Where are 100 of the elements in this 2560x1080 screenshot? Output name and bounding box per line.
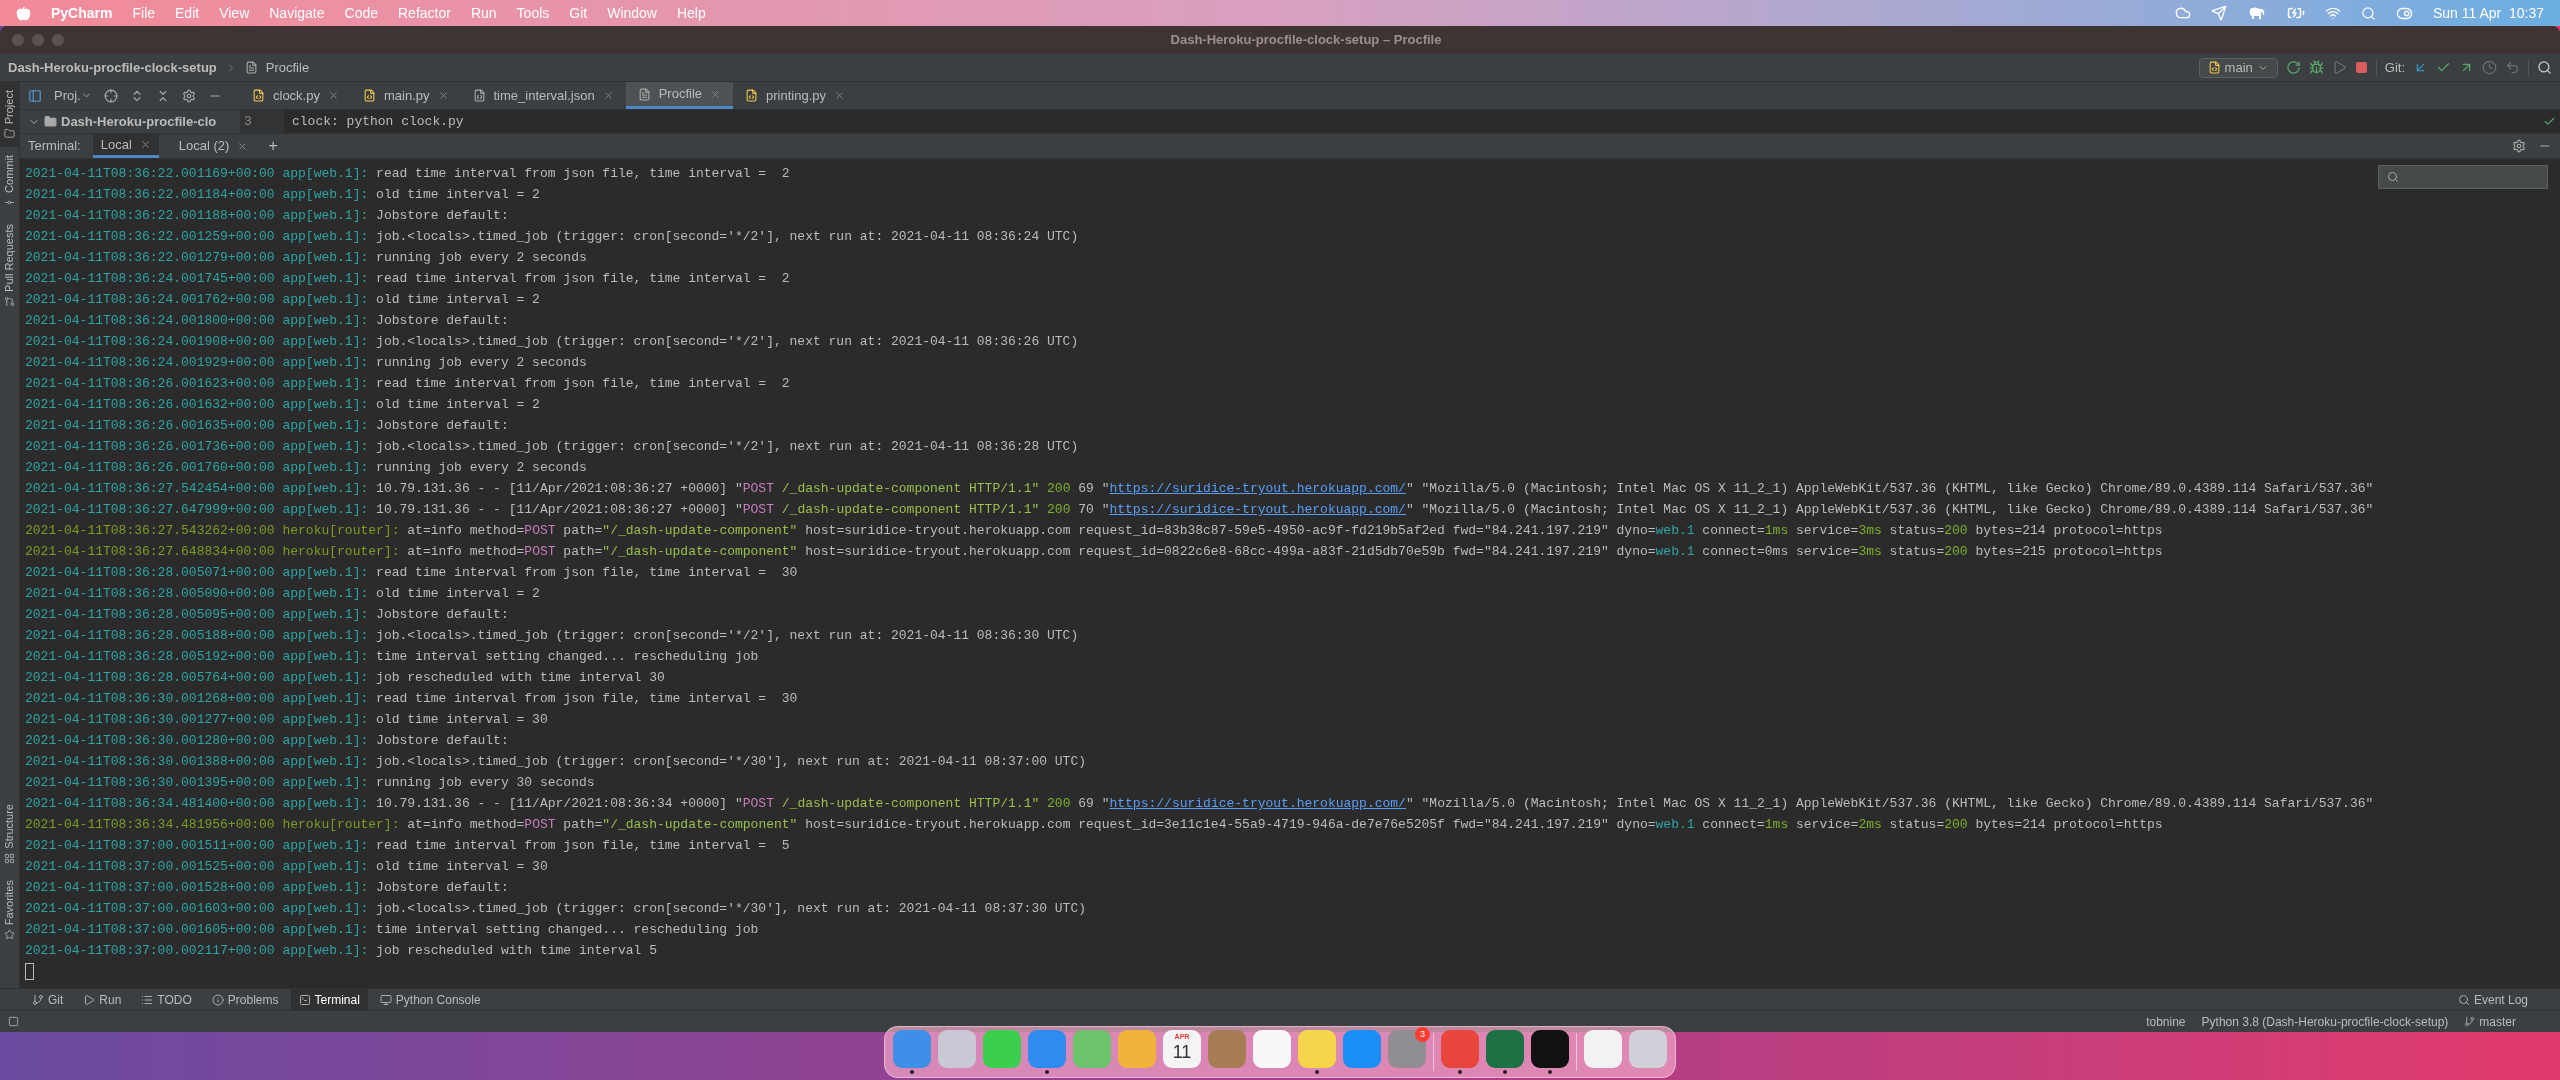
tool-icon [379, 993, 392, 1006]
close-icon[interactable] [710, 88, 721, 100]
shell-session-tab[interactable]: Local [92, 134, 159, 158]
square-icon[interactable] [8, 1016, 19, 1027]
url-link[interactable]: https://suridice-tryout.herokuapp.com/ [1109, 481, 1406, 496]
cloud-icon[interactable] [2174, 5, 2191, 21]
shell-session-tab[interactable]: Local (2) [170, 134, 257, 158]
log-line: 2021-04-11T08:36:28.005095+00:00 app[web.1]: Jobstore default: [25, 606, 509, 624]
log-line: 2021-04-11T08:36:26.001760+00:00 app[web.1]: running job every 2 seconds [25, 459, 587, 477]
search-icon[interactable] [2537, 60, 2552, 75]
log-line: 2021-04-11T08:36:28.005090+00:00 app[web.1]: old time interval = 2 [25, 585, 540, 603]
play-icon[interactable] [2331, 60, 2347, 75]
tool-tab[interactable]: Run [75, 989, 130, 1010]
log-line: 2021-04-11T08:36:27.542454+00:00 app[web.1]: 10.79.131.36 - - [11/Apr/2021:08:36:27 +0000] "POST /_dash-update-component HTTP/1.1" 200 69 "https://suridice-tryout.herokuapp.com/" "Mozilla/5.0 (Macintosh; Intel Mac OS X 11_2_1) AppleWebKit/537.36 (KHTML, like Gecko) Chrome/89.0.4389.114 Safari/537.36" [25, 480, 2374, 498]
event-log-icon [2457, 993, 2470, 1006]
close-icon[interactable] [602, 90, 614, 101]
url-link[interactable]: https://suridice-tryout.herokuapp.com/ [1109, 796, 1406, 811]
log-line: 2021-04-11T08:36:30.001268+00:00 app[web.1]: read time interval from json file, time interval = 30 [25, 690, 798, 708]
close-window-button[interactable] [12, 34, 24, 46]
editor-tab[interactable]: main.py [350, 82, 461, 109]
pull-request-icon [4, 296, 15, 307]
run-configuration-dropdown[interactable]: main [2198, 57, 2278, 78]
terminal-search-field[interactable] [2378, 165, 2548, 189]
side-tab[interactable]: Project [0, 82, 19, 148]
text-cursor [25, 963, 34, 980]
status-plugin[interactable]: tobnine [2146, 1012, 2186, 1031]
settings-icon[interactable] [2512, 139, 2526, 153]
log-line: 2021-04-11T08:36:22.001259+00:00 app[web.1]: job.<locals>.timed_job (trigger: cron[second='*/2'], next run at: 2021-04-11 08:36:24 UTC) [25, 228, 1079, 246]
log-line: 2021-04-11T08:37:00.002117+00:00 app[web.1]: job rescheduled with time interval 5 [25, 942, 657, 960]
log-line: 2021-04-11T08:36:27.543262+00:00 heroku[router]: at=info method=POST path="/_dash-update-component" host=suridice-tryout.herokuapp.com request_id=83b38c87-59e5-4950-ac9f-fd219b5af2ed fwd="84.241.197.219" dyno=web.1 connect=1ms service=3ms status=200 bytes=214 protocol=https [25, 522, 2163, 540]
tool-tab[interactable]: Git [24, 989, 72, 1010]
log-line: 2021-04-11T08:36:30.001395+00:00 app[web.1]: running job every 30 seconds [25, 774, 595, 792]
log-line: 2021-04-11T08:36:30.001277+00:00 app[web.1]: old time interval = 30 [25, 711, 548, 729]
editor-tab[interactable]: clock.py [240, 82, 351, 109]
undo-icon[interactable] [2505, 60, 2520, 75]
close-icon[interactable] [327, 90, 339, 101]
folder-icon [4, 128, 15, 140]
log-line: 2021-04-11T08:36:28.005188+00:00 app[web.1]: job.<locals>.timed_job (trigger: cron[second='*/2'], next run at: 2021-04-11 08:36:30 UTC) [25, 627, 1079, 645]
side-tab[interactable]: Pull Requests [0, 216, 19, 315]
log-line: 2021-04-11T08:36:26.001635+00:00 app[web.1]: Jobstore default: [25, 417, 509, 435]
minimize-window-button[interactable] [32, 34, 44, 46]
status-interpreter[interactable]: Python 3.8 (Dash-Heroku-procfile-clock-setup) [2201, 1012, 2449, 1031]
code-editor[interactable]: clock: python clock.py [284, 110, 2538, 133]
tool-icon [298, 993, 311, 1006]
crosshair-icon[interactable] [103, 88, 118, 103]
paper-plane-icon[interactable] [2210, 5, 2227, 21]
close-icon[interactable] [139, 139, 151, 150]
folder-icon [44, 115, 57, 128]
log-line: 2021-04-11T08:36:27.647999+00:00 app[web.1]: 10.79.131.36 - - [11/Apr/2021:08:36:27 +0000] "POST /_dash-update-component HTTP/1.1" 200 70 "https://suridice-tryout.herokuapp.com/" "Mozilla/5.0 (Macintosh; Intel Mac OS X 11_2_1) AppleWebKit/537.36 (KHTML, like Gecko) Chrome/89.0.4389.114 Safari/537.36" [25, 501, 2374, 519]
log-line: 2021-04-11T08:36:22.001169+00:00 app[web.1]: read time interval from json file, time interval = 2 [25, 165, 790, 183]
tool-icon [211, 993, 224, 1006]
tool-tab[interactable]: Terminal [290, 989, 368, 1010]
file-icon [745, 89, 758, 102]
tool-tab[interactable]: Python Console [371, 989, 489, 1010]
settings-icon[interactable] [181, 88, 196, 103]
log-line: 2021-04-11T08:36:24.001762+00:00 app[web.1]: old time interval = 2 [25, 291, 540, 309]
stop-icon[interactable] [2354, 61, 2368, 74]
side-tab[interactable]: Structure [0, 796, 19, 872]
log-line: 2021-04-11T08:37:00.001528+00:00 app[web.1]: Jobstore default: [25, 879, 509, 897]
file-icon [252, 89, 265, 102]
close-icon[interactable] [834, 90, 845, 101]
apple-icon[interactable] [16, 5, 31, 21]
log-line: 2021-04-11T08:37:00.001525+00:00 app[web.1]: old time interval = 30 [25, 858, 548, 876]
log-line: 2021-04-11T08:36:30.001280+00:00 app[web.1]: Jobstore default: [25, 732, 509, 750]
side-tab[interactable]: Commit [0, 147, 19, 217]
project-tree-row[interactable]: Dash-Heroku-procfile-clo [20, 110, 240, 133]
python-icon [2207, 61, 2221, 74]
dock-app-icon[interactable] [1531, 1030, 1569, 1068]
event-log-tab[interactable]: Event Log [2449, 990, 2536, 1009]
clock-icon[interactable] [2482, 60, 2497, 75]
file-icon [244, 61, 258, 74]
editor-tab[interactable]: Procfile [625, 82, 733, 109]
url-link[interactable]: https://suridice-tryout.herokuapp.com/ [1109, 502, 1406, 517]
log-line: 2021-04-11T08:36:26.001632+00:00 app[web.1]: old time interval = 2 [25, 396, 540, 414]
file-icon [637, 87, 651, 101]
new-tab-button[interactable]: + [268, 134, 278, 158]
rerun-icon[interactable] [2285, 60, 2301, 75]
log-line: 2021-04-11T08:36:24.001908+00:00 app[web.1]: job.<locals>.timed_job (trigger: cron[second='*/2'], next run at: 2021-04-11 08:36:26 UTC) [25, 333, 1079, 351]
breadcrumb-item[interactable]: Dash-Heroku-procfile-clock-setup [8, 57, 217, 78]
wifi-icon[interactable] [2324, 5, 2341, 21]
log-line: 2021-04-11T08:37:00.001603+00:00 app[web.1]: job.<locals>.timed_job (trigger: cron[second='*/30'], next run at: 2021-04-11 08:37:30 UTC) [25, 900, 1086, 918]
tool-tab[interactable]: TODO [133, 989, 200, 1010]
close-icon[interactable] [437, 90, 449, 101]
status-branch[interactable]: master [2464, 1012, 2516, 1031]
breadcrumb-item[interactable]: Procfile [265, 57, 310, 78]
log-line: 2021-04-11T08:36:22.001184+00:00 app[web.1]: old time interval = 2 [25, 186, 540, 204]
zoom-window-button[interactable] [52, 34, 64, 46]
check-icon [2542, 115, 2556, 128]
close-icon[interactable] [237, 140, 249, 152]
bug-icon[interactable] [2308, 60, 2324, 75]
star-icon [4, 929, 15, 940]
side-tab[interactable]: Favorites [0, 871, 19, 948]
log-line: 2021-04-11T08:36:28.005192+00:00 app[web.1]: time interval setting changed... rescheduling job [25, 648, 759, 666]
tool-tab[interactable]: Problems [203, 989, 287, 1010]
log-line: 2021-04-11T08:36:34.481400+00:00 app[web.1]: 10.79.131.36 - - [11/Apr/2021:08:36:34 +0000] "POST /_dash-update-component HTTP/1.1" 200 69 "https://suridice-tryout.herokuapp.com/" "Mozilla/5.0 (Macintosh; Intel Mac OS X 11_2_1) AppleWebKit/537.36 (KHTML, like Gecko) Chrome/89.0.4389.114 Safari/537.36" [25, 795, 2374, 813]
project-view-dropdown[interactable]: Proj. [54, 85, 92, 106]
log-line: 2021-04-11T08:36:28.005071+00:00 app[web.1]: read time interval from json file, time interval = 30 [25, 564, 798, 582]
editor-tab[interactable]: printing.py [733, 82, 857, 109]
editor-tab[interactable]: time_interval.json [460, 82, 626, 109]
log-line: 2021-04-11T08:36:27.648834+00:00 heroku[router]: at=info method=POST path="/_dash-update-component" host=suridice-tryout.herokuapp.com request_id=0822c6e8-68cc-499a-a83f-21d5db70e59b fwd="84.241.197.219" dyno=web.1 connect=0ms service=3ms status=200 bytes=215 protocol=https [25, 543, 2163, 561]
